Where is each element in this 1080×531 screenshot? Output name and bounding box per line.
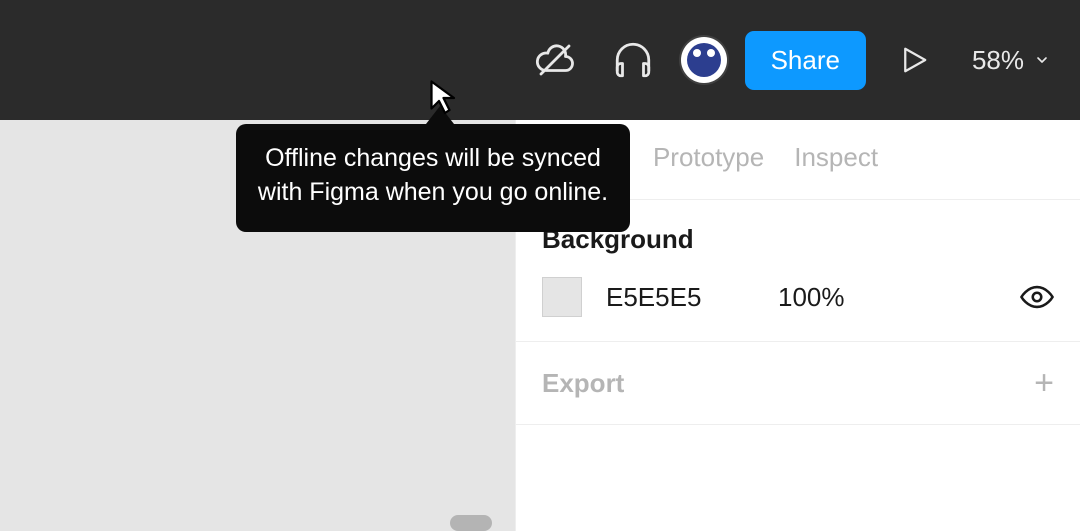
background-color-swatch[interactable]	[542, 277, 582, 317]
zoom-dropdown[interactable]: 58%	[962, 30, 1060, 90]
top-toolbar: Share 58%	[0, 0, 1080, 120]
headphones-icon[interactable]	[603, 30, 663, 90]
horizontal-scrollbar-thumb[interactable]	[450, 515, 492, 531]
background-hex-value[interactable]: E5E5E5	[606, 282, 736, 313]
zoom-value: 58%	[972, 45, 1024, 76]
background-opacity-value[interactable]: 100%	[778, 282, 845, 313]
present-play-icon[interactable]	[884, 30, 944, 90]
export-title: Export	[542, 368, 624, 399]
offline-cloud-icon[interactable]	[525, 30, 585, 90]
avatar[interactable]	[681, 30, 727, 90]
add-export-icon[interactable]: +	[1034, 366, 1054, 400]
export-section: Export +	[516, 342, 1080, 425]
share-button-inner[interactable]: Share	[745, 31, 866, 90]
visibility-toggle-icon[interactable]	[1020, 280, 1054, 314]
tab-inspect[interactable]: Inspect	[794, 142, 878, 173]
tab-prototype[interactable]: Prototype	[653, 142, 764, 173]
chevron-down-icon	[1034, 52, 1050, 68]
offline-tooltip-text: Offline changes will be synced with Figm…	[258, 144, 608, 206]
offline-tooltip: Offline changes will be synced with Figm…	[236, 124, 630, 232]
share-button[interactable]: Share	[745, 30, 866, 90]
